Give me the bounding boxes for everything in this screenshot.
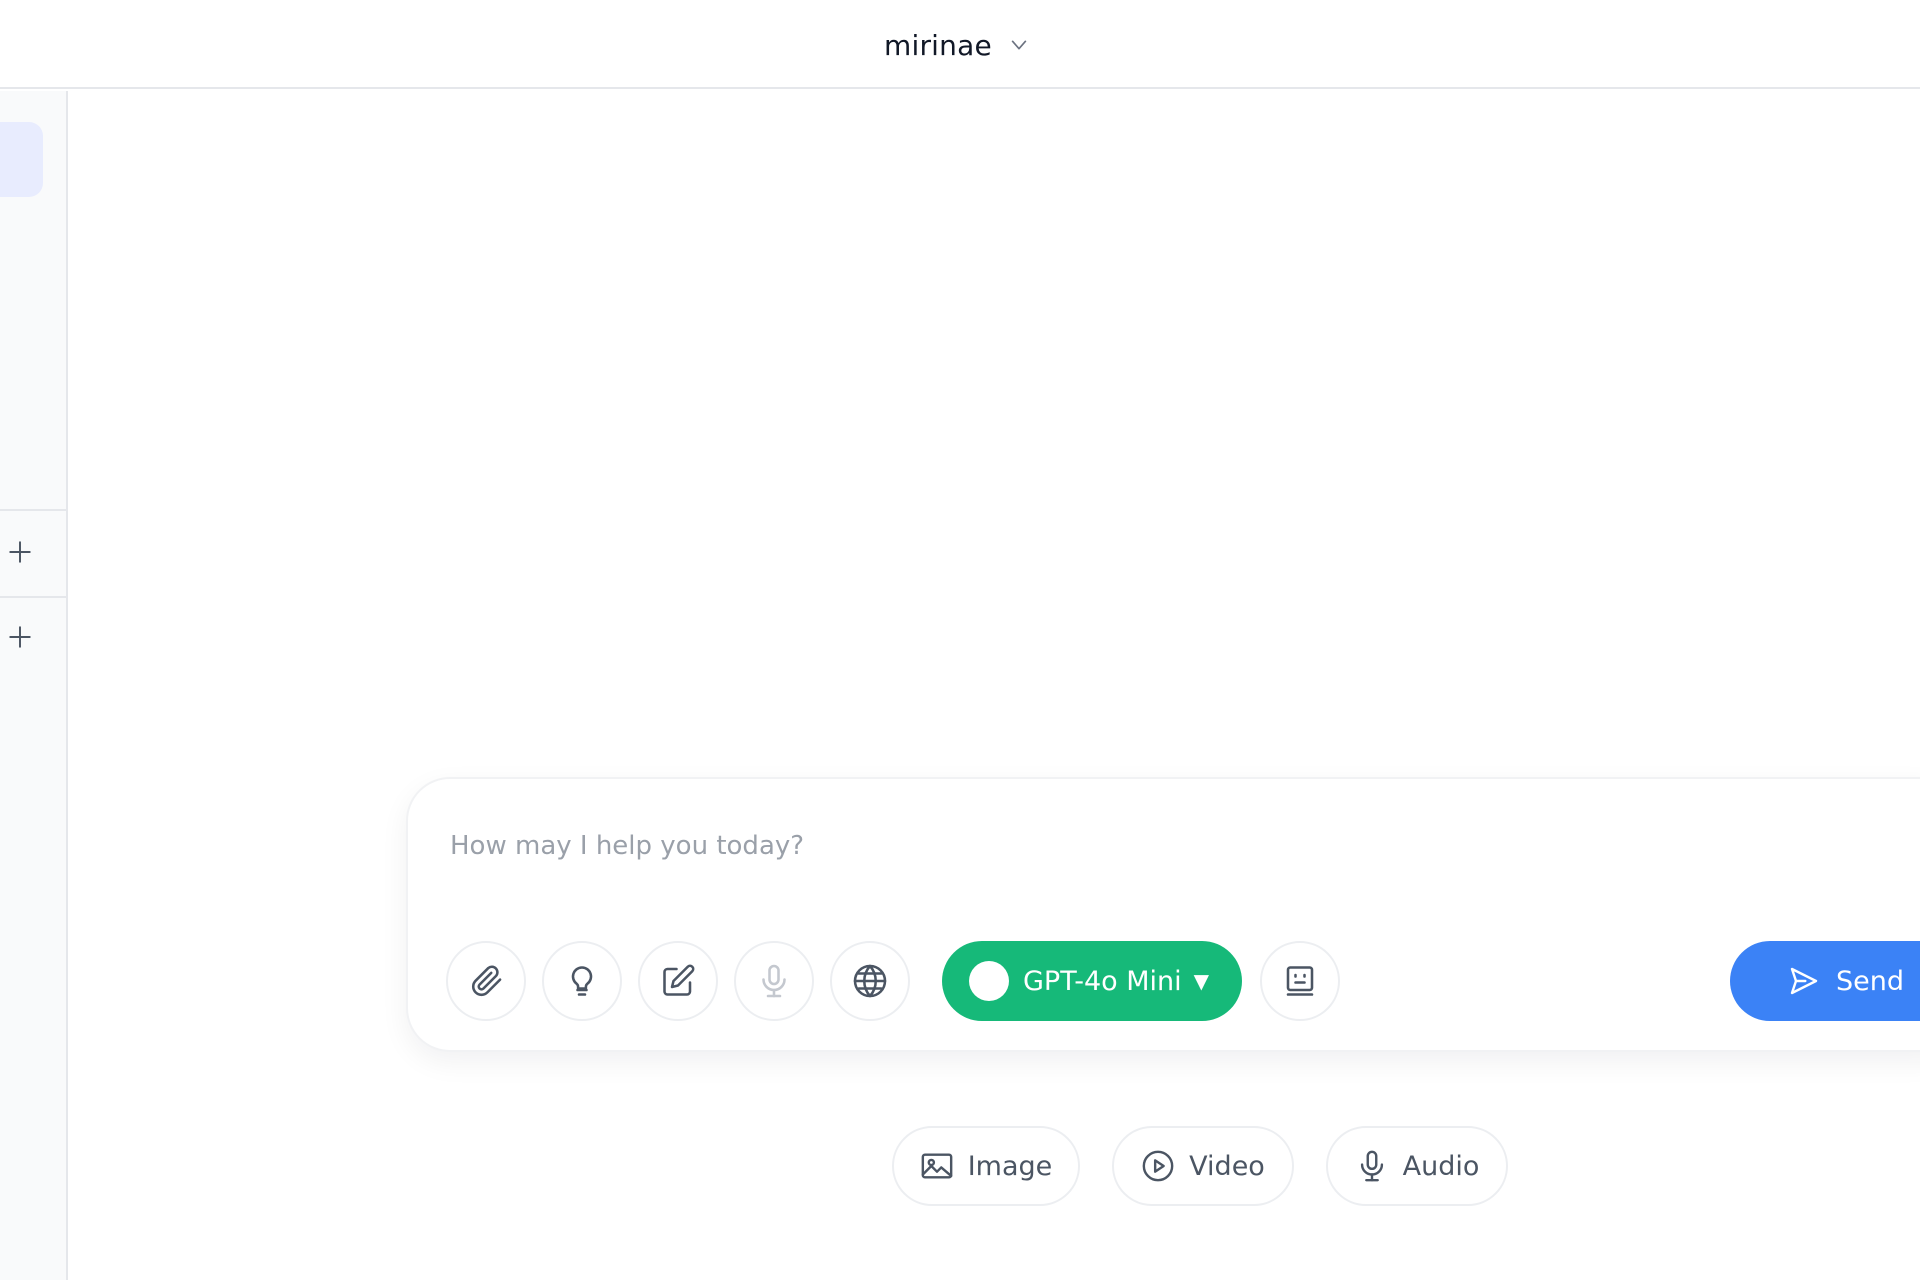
web-search-button[interactable] — [830, 941, 910, 1021]
workspace-switcher[interactable]: mirinae — [884, 24, 1030, 66]
model-label: GPT-4o Mini — [1023, 965, 1182, 997]
top-header: mirinae — [0, 0, 1920, 89]
ideas-button[interactable] — [542, 941, 622, 1021]
bot-face-icon — [1286, 966, 1314, 996]
chevron-down-icon — [1008, 34, 1030, 56]
sidebar-divider — [0, 509, 66, 511]
lightbulb-icon — [571, 966, 593, 996]
prompt-input[interactable] — [450, 821, 1850, 871]
globe-icon — [853, 964, 887, 998]
chat-page: mirinae How may I help you today? GPT-4o… — [0, 0, 1920, 1280]
plus-icon — [9, 626, 31, 648]
assistant-button[interactable] — [1260, 941, 1340, 1021]
model-selector[interactable]: GPT-4o Mini ▼ — [942, 941, 1242, 1021]
caret-down-icon: ▼ — [1193, 969, 1210, 993]
plus-icon — [9, 541, 31, 563]
send-button[interactable]: Send — [1730, 941, 1920, 1021]
sidebar-add-button[interactable] — [2, 534, 38, 570]
image-chip-label: Image — [967, 1150, 1053, 1182]
send-label: Send — [1836, 965, 1905, 997]
paperclip-icon — [471, 965, 502, 997]
sidebar-divider — [0, 596, 66, 598]
workspace-name: mirinae — [884, 28, 992, 62]
edit-button[interactable] — [638, 941, 718, 1021]
audio-chip[interactable]: Audio — [1326, 1126, 1508, 1206]
edit-icon — [663, 964, 695, 996]
audio-chip-label: Audio — [1402, 1150, 1480, 1182]
send-icon — [1788, 965, 1820, 997]
sidebar — [0, 91, 68, 1280]
chat-composer: GPT-4o Mini ▼ Send — [406, 777, 1920, 1052]
video-chip[interactable]: Video — [1112, 1126, 1294, 1206]
sidebar-add-button[interactable] — [2, 619, 38, 655]
image-chip[interactable]: Image — [892, 1126, 1080, 1206]
attach-button[interactable] — [446, 941, 526, 1021]
sidebar-active-item[interactable] — [0, 122, 43, 197]
image-icon — [921, 1153, 953, 1179]
voice-input-button[interactable] — [734, 941, 814, 1021]
microphone-icon — [762, 964, 786, 998]
microphone-icon — [1360, 1150, 1383, 1182]
model-status-dot — [969, 961, 1009, 1001]
video-chip-label: Video — [1189, 1150, 1265, 1182]
play-circle-icon — [1142, 1150, 1174, 1182]
